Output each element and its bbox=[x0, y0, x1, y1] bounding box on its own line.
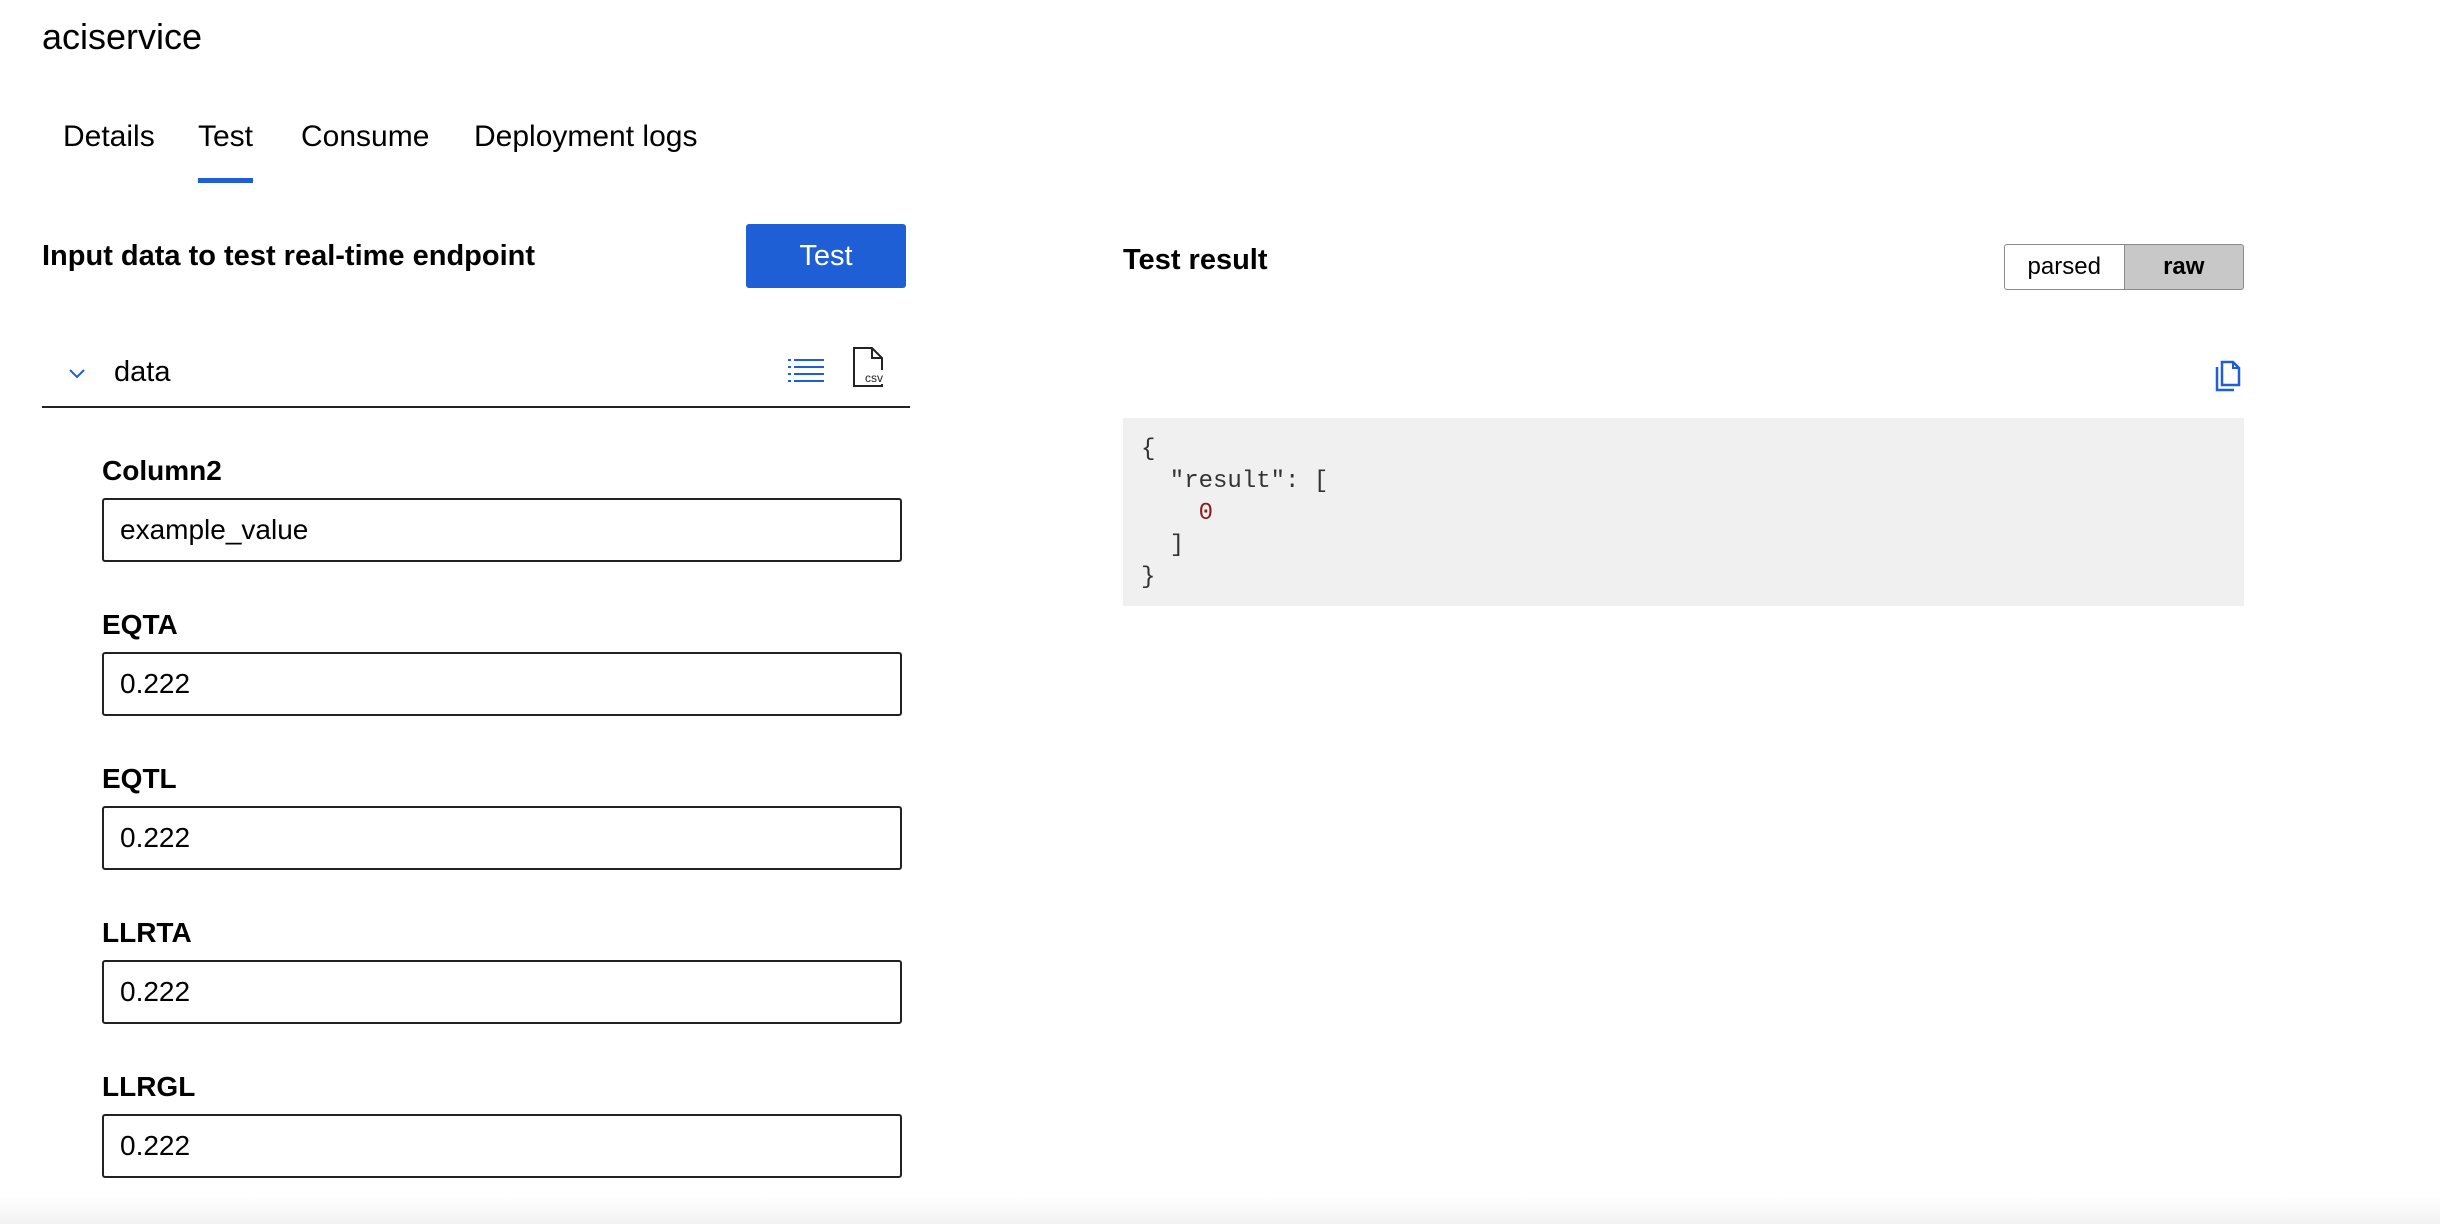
copy-icon[interactable] bbox=[2214, 360, 2242, 392]
eqta-input[interactable] bbox=[102, 652, 902, 716]
test-page: aciservice Details Test Consume Deployme… bbox=[0, 0, 2440, 1224]
field-label-eqta: EQTA bbox=[102, 609, 178, 640]
json-close-brace: } bbox=[1141, 564, 1156, 591]
tab-consume[interactable]: Consume bbox=[301, 116, 429, 158]
raw-toggle-button[interactable]: raw bbox=[2124, 244, 2244, 290]
column2-input[interactable] bbox=[102, 498, 902, 562]
result-panel-title: Test result bbox=[1123, 244, 1268, 276]
data-section-label: data bbox=[114, 356, 171, 388]
llrta-input[interactable] bbox=[102, 960, 902, 1024]
tab-deployment-logs[interactable]: Deployment logs bbox=[474, 116, 697, 158]
field-label-eqtl: EQTL bbox=[102, 763, 177, 794]
tab-test[interactable]: Test bbox=[198, 116, 254, 183]
field-label-column2: Column2 bbox=[102, 455, 222, 486]
list-view-icon[interactable] bbox=[788, 356, 824, 386]
llrgl-input[interactable] bbox=[102, 1114, 902, 1178]
field-label-llrta: LLRTA bbox=[102, 917, 192, 948]
tab-details[interactable]: Details bbox=[63, 116, 155, 158]
chevron-down-icon[interactable] bbox=[66, 362, 88, 384]
json-close-bracket: ] bbox=[1141, 532, 1185, 559]
result-format-toggle: parsed raw bbox=[2004, 244, 2244, 290]
json-open-brace: { bbox=[1141, 436, 1156, 463]
json-result-box: { "result": [ 0 ] } bbox=[1123, 418, 2244, 606]
test-button[interactable]: Test bbox=[746, 224, 906, 288]
json-result-value-line: 0 bbox=[1141, 498, 2226, 530]
bottom-edge bbox=[0, 1196, 2440, 1224]
field-label-llrgl: LLRGL bbox=[102, 1071, 196, 1102]
eqtl-input[interactable] bbox=[102, 806, 902, 870]
page-title: aciservice bbox=[42, 16, 203, 57]
svg-text:csv: csv bbox=[865, 371, 883, 385]
json-result-key: "result": [ bbox=[1141, 468, 1329, 495]
csv-file-icon[interactable]: csv bbox=[852, 346, 886, 388]
data-section-header[interactable]: data csv bbox=[42, 340, 910, 408]
json-result-value: 0 bbox=[1198, 500, 1214, 527]
parsed-toggle-button[interactable]: parsed bbox=[2004, 244, 2125, 290]
input-panel-title: Input data to test real-time endpoint bbox=[42, 240, 536, 272]
